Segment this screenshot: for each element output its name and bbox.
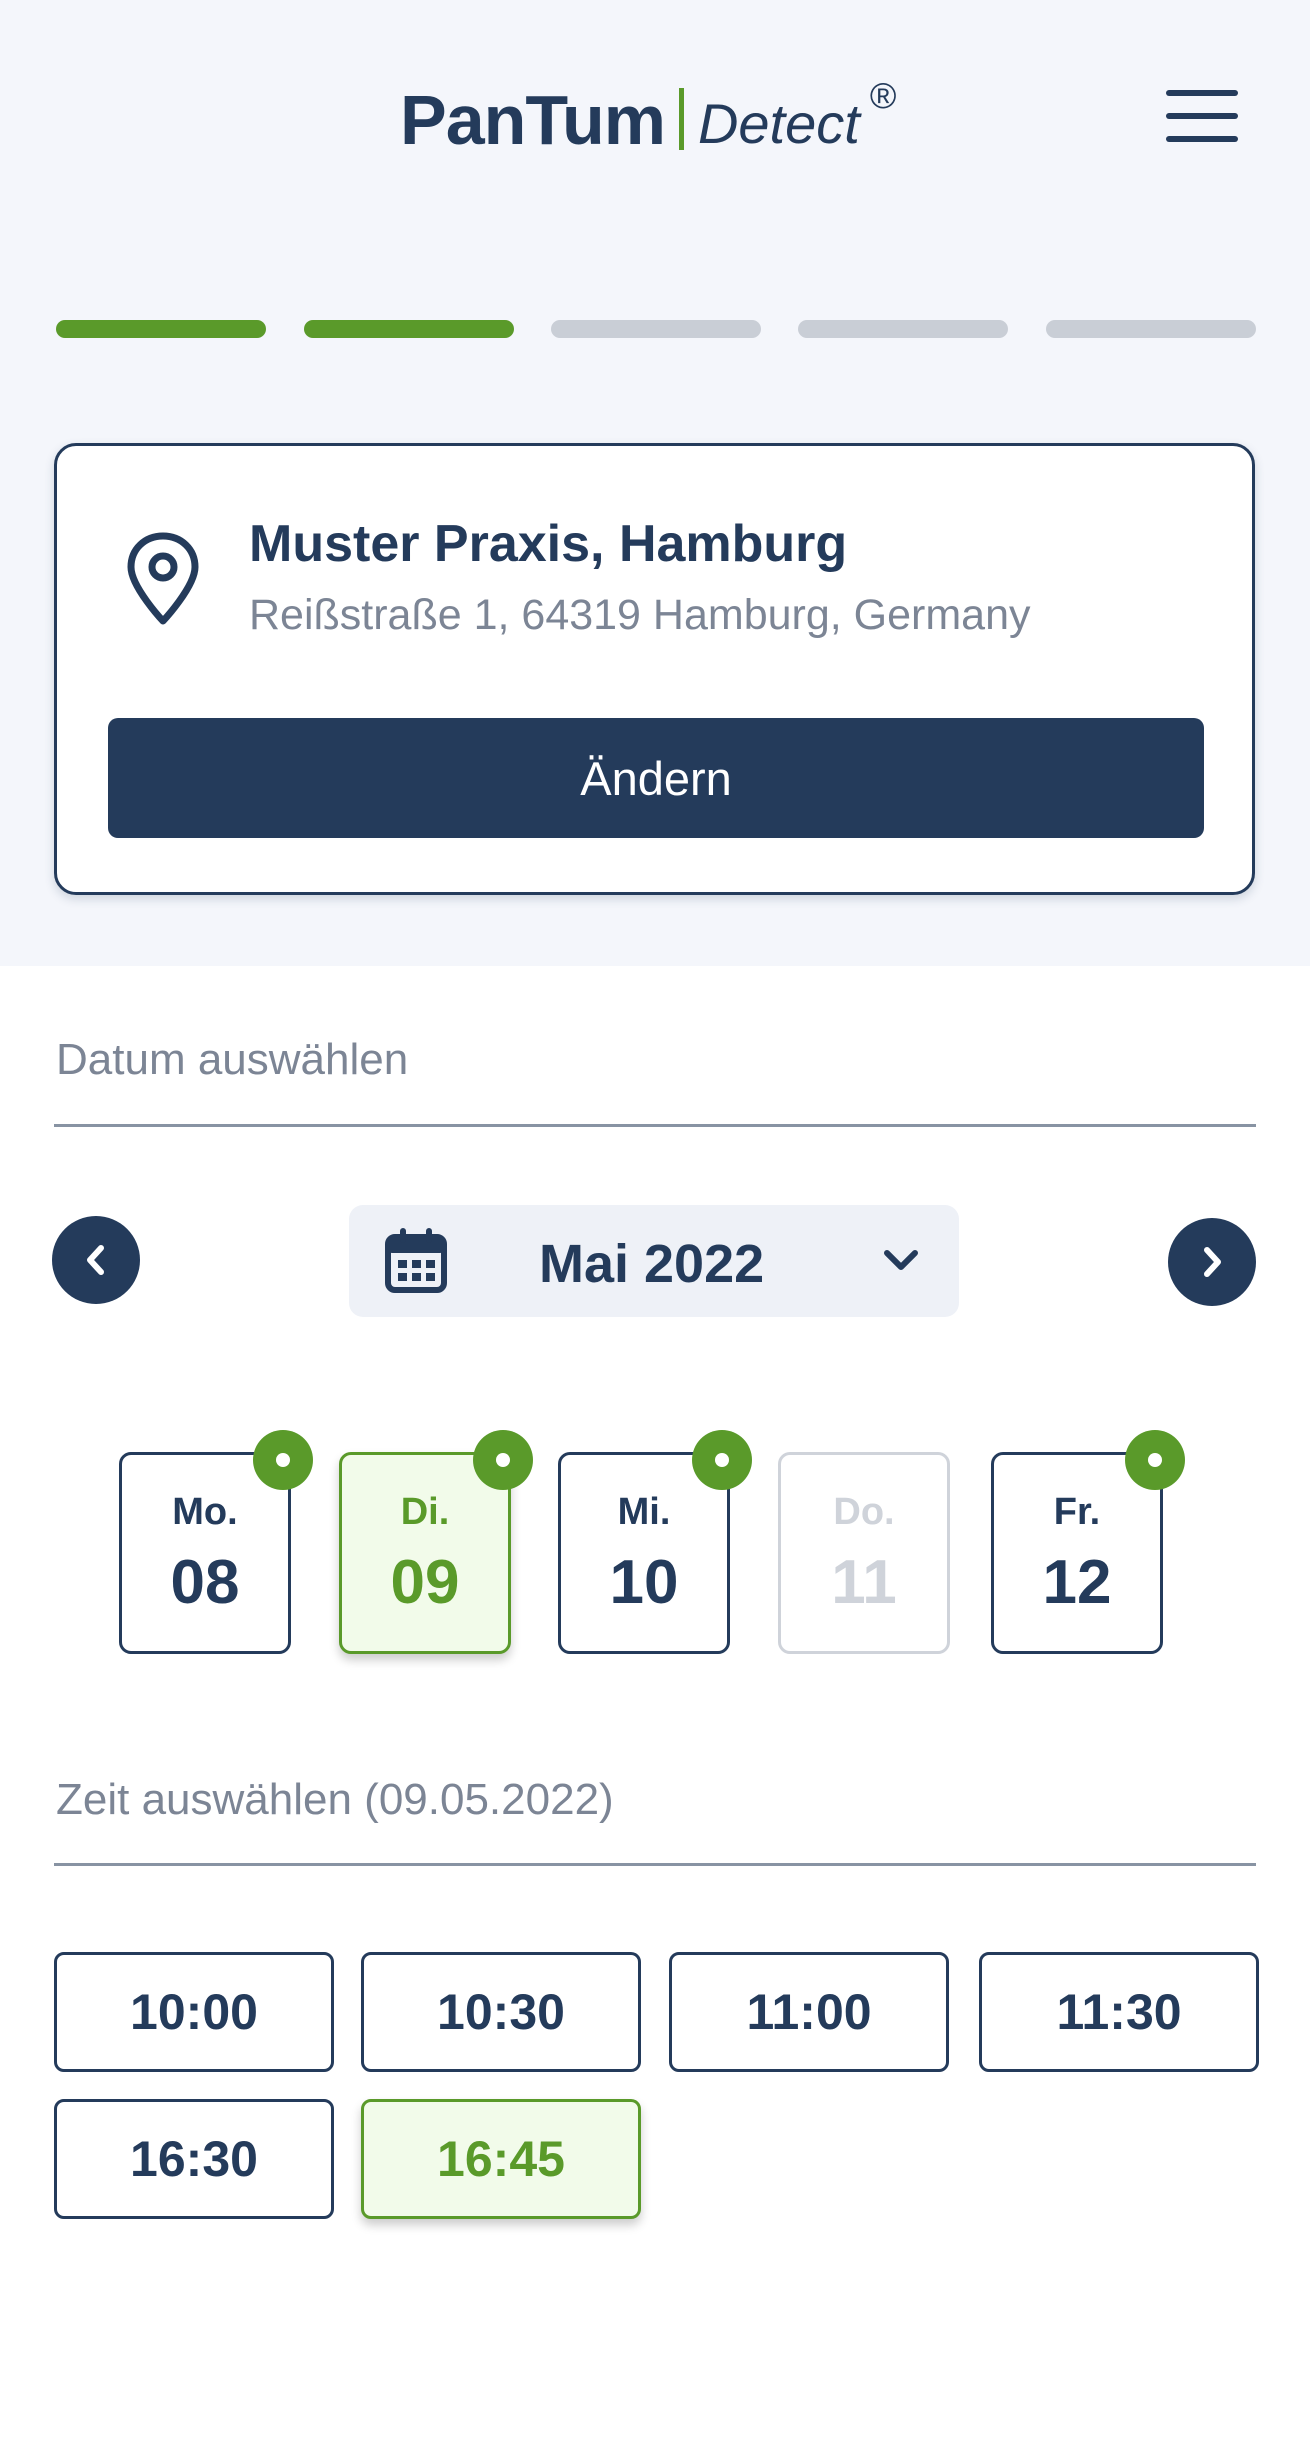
availability-dot-icon <box>692 1430 752 1490</box>
day-name: Mi. <box>617 1491 671 1533</box>
day-name: Di. <box>400 1491 450 1533</box>
day-number: 08 <box>170 1548 240 1617</box>
availability-dot-icon <box>1125 1430 1185 1490</box>
day-name: Mo. <box>172 1491 238 1533</box>
time-slot-button[interactable]: 11:30 <box>979 1952 1259 2072</box>
prev-month-button[interactable] <box>52 1216 140 1304</box>
logo-divider <box>678 88 684 150</box>
calendar-icon <box>385 1228 447 1293</box>
time-slot-button[interactable]: 16:30 <box>54 2099 334 2219</box>
time-section-divider <box>54 1863 1256 1866</box>
day-number: 10 <box>609 1548 679 1617</box>
app-logo: PanTum Detect ® <box>400 76 896 160</box>
progress-step <box>1046 320 1256 338</box>
time-slot-button[interactable]: 16:45 <box>361 2099 641 2219</box>
time-slot-button[interactable]: 11:00 <box>669 1952 949 2072</box>
progress-step <box>551 320 761 338</box>
day-number: 11 <box>831 1548 897 1617</box>
location-pin-icon <box>127 532 199 625</box>
step-progress <box>56 320 1256 338</box>
day-name: Do. <box>833 1491 895 1533</box>
time-slot-button[interactable]: 10:30 <box>361 1952 641 2072</box>
progress-step <box>304 320 514 338</box>
location-address: Reißstraße 1, 64319 Hamburg, Germany <box>249 591 1031 639</box>
availability-dot-icon <box>473 1430 533 1490</box>
change-location-button[interactable]: Ändern <box>108 718 1204 838</box>
logo-sub-text: Detect <box>697 92 860 155</box>
progress-step <box>56 320 266 338</box>
day-tile: Do. 11 <box>778 1452 950 1654</box>
time-slot-button[interactable]: 10:00 <box>54 1952 334 2072</box>
month-label: Mai 2022 <box>539 1234 765 1294</box>
chevron-right-icon <box>1204 1247 1221 1277</box>
date-section-divider <box>54 1124 1256 1127</box>
time-section-heading: Zeit auswählen (09.05.2022) <box>56 1775 614 1824</box>
progress-step <box>798 320 1008 338</box>
location-card: Muster Praxis, Hamburg Reißstraße 1, 643… <box>54 443 1255 895</box>
date-section-heading: Datum auswählen <box>56 1035 409 1084</box>
day-number: 09 <box>390 1548 460 1617</box>
logo-main-text: PanTum <box>400 81 666 159</box>
chevron-down-icon <box>884 1250 918 1270</box>
next-month-button[interactable] <box>1168 1218 1256 1306</box>
availability-dot-icon <box>253 1430 313 1490</box>
location-name: Muster Praxis, Hamburg <box>249 515 848 573</box>
month-selector[interactable]: Mai 2022 <box>349 1205 959 1317</box>
day-number: 12 <box>1042 1548 1112 1617</box>
menu-icon[interactable] <box>1166 86 1238 146</box>
logo-registered-mark: ® <box>869 75 897 116</box>
day-name: Fr. <box>1053 1491 1101 1533</box>
chevron-left-icon <box>87 1245 104 1275</box>
